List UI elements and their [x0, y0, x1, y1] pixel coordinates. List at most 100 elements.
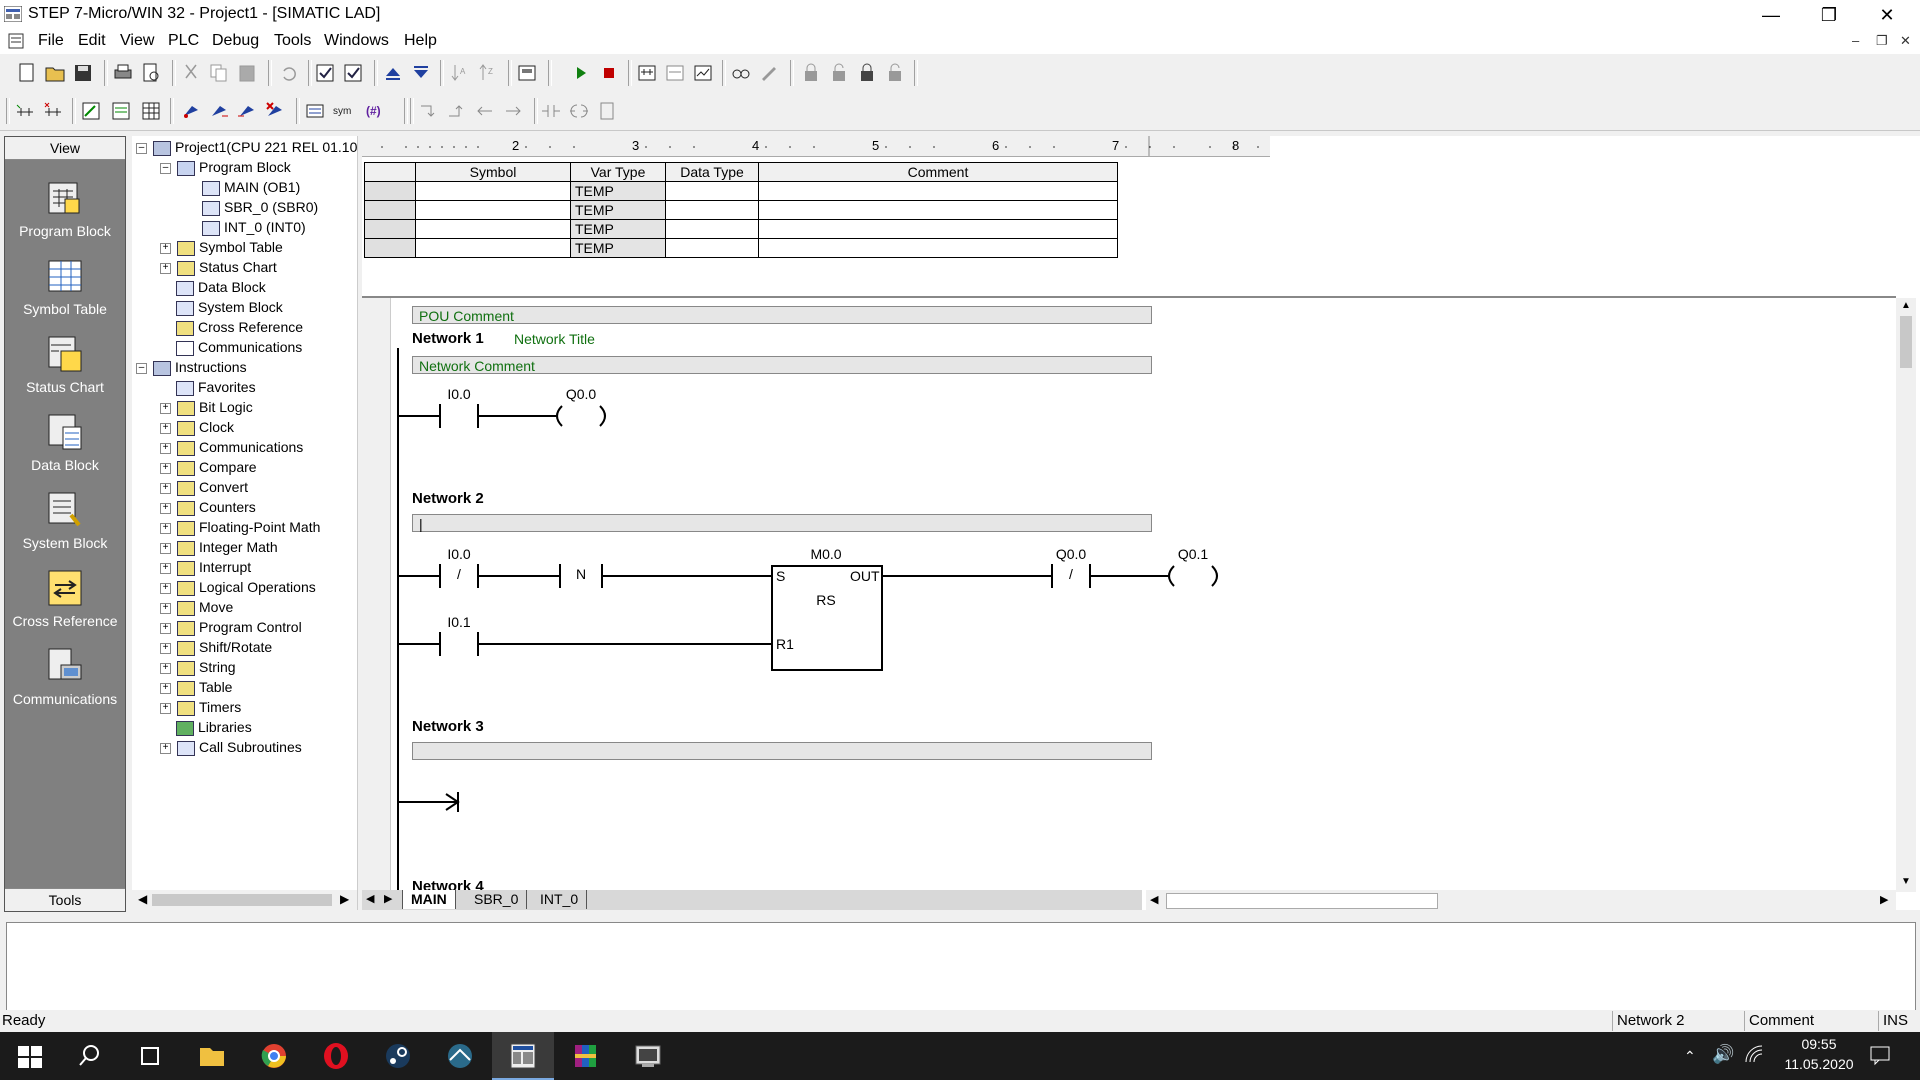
read-all-forced-icon[interactable] [884, 62, 906, 84]
output-window[interactable] [6, 922, 1916, 1020]
tree-system-block[interactable]: System Block [176, 298, 283, 316]
tools-footer[interactable]: Tools [5, 888, 125, 911]
upload-icon[interactable] [382, 62, 404, 84]
tree-cross-reference[interactable]: Cross Reference [176, 318, 303, 336]
menu-tools[interactable]: Tools [274, 32, 311, 50]
stop-icon[interactable] [598, 62, 620, 84]
line-up-icon[interactable] [446, 100, 468, 122]
insert-network-icon[interactable] [14, 100, 36, 122]
show-hidden-icons-icon[interactable]: ⌃ [1684, 1048, 1696, 1065]
tree-instr-timers[interactable]: + Timers [160, 698, 241, 716]
tree-instr-table[interactable]: + Table [160, 678, 232, 696]
unforce-all-icon[interactable] [856, 62, 878, 84]
sort-ascending-icon[interactable]: A [448, 62, 470, 84]
tree-block-main[interactable]: MAIN (OB1) [202, 178, 300, 196]
print-preview-icon[interactable] [140, 62, 162, 84]
network-1-contact-operand[interactable]: I0.0 [429, 386, 489, 402]
network-2-contact-2-operand[interactable]: I0.1 [429, 614, 489, 630]
cut-icon[interactable] [180, 62, 202, 84]
run-icon[interactable] [570, 62, 592, 84]
network-2-edge-symbol[interactable]: N [551, 566, 611, 582]
tree-instr-counters[interactable]: + Counters [160, 498, 256, 516]
options-icon[interactable] [516, 62, 538, 84]
menu-debug[interactable]: Debug [212, 32, 259, 50]
save-all-icon[interactable] [72, 62, 94, 84]
line-down-icon[interactable] [418, 100, 440, 122]
nav-symbol-table[interactable]: Symbol Table [5, 257, 125, 317]
step7-microwin-icon[interactable] [507, 1040, 539, 1072]
scroll-up-arrow-icon[interactable]: ▲ [1901, 300, 1911, 311]
mdi-minimize-button[interactable]: – [1852, 33, 1859, 48]
tree-instr-libraries[interactable]: Libraries [176, 718, 252, 736]
line-left-icon[interactable] [474, 100, 496, 122]
hscroll-thumb[interactable] [1166, 893, 1438, 909]
network-3-label[interactable]: Network 3 [412, 718, 484, 735]
download-icon[interactable] [410, 62, 432, 84]
tree-instr-integer-math[interactable]: + Integer Math [160, 538, 278, 556]
var-type-cell[interactable]: TEMP [570, 181, 666, 201]
tab-sbr-0[interactable]: SBR_0 [466, 890, 528, 909]
delete-network-icon[interactable] [42, 100, 64, 122]
new-icon[interactable] [16, 62, 38, 84]
tree-instr-convert[interactable]: + Convert [160, 478, 248, 496]
single-read-icon[interactable] [730, 62, 752, 84]
editor-vertical-scrollbar[interactable]: ▲ ▼ [1896, 298, 1916, 892]
table-row[interactable]: TEMP [364, 181, 1118, 201]
print-icon[interactable] [112, 62, 134, 84]
nav-program-block[interactable]: Program Block [5, 179, 125, 239]
symbol-cell[interactable] [415, 181, 571, 201]
document-icon[interactable] [8, 33, 26, 49]
task-view-icon[interactable] [134, 1040, 166, 1072]
tab-scroll-right-icon[interactable]: ▶ [384, 892, 392, 905]
symbol-info-icon[interactable]: (#) [364, 100, 386, 122]
trend-icon[interactable] [664, 62, 686, 84]
notifications-icon[interactable] [1868, 1044, 1892, 1066]
network-2-label[interactable]: Network 2 [412, 490, 484, 507]
tree-instr-move[interactable]: + Move [160, 598, 233, 616]
data-type-cell[interactable] [665, 219, 759, 239]
toggle-bookmark-icon[interactable] [180, 100, 202, 122]
tree-status-chart[interactable]: + Status Chart [160, 258, 277, 276]
menu-view[interactable]: View [120, 32, 154, 50]
comment-cell[interactable] [758, 200, 1118, 220]
chrome-icon[interactable] [258, 1040, 290, 1072]
tree-instr-bit-logic[interactable]: + Bit Logic [160, 398, 253, 416]
row-header[interactable] [364, 219, 416, 239]
volume-icon[interactable]: 🔊 [1712, 1044, 1734, 1065]
ladder-editor[interactable]: POU Comment Network 1 Network Title Netw… [362, 296, 1916, 892]
col-data-type[interactable]: Data Type [665, 162, 759, 182]
compile-all-icon[interactable] [342, 62, 364, 84]
network-2-contact-3-operand[interactable]: Q0.0 [1041, 546, 1101, 562]
scroll-left-arrow-icon[interactable]: ◀ [138, 892, 147, 906]
clock-date[interactable]: 11.05.2020 [1774, 1056, 1864, 1072]
comment-cell[interactable] [758, 219, 1118, 239]
col-symbol[interactable]: Symbol [415, 162, 571, 182]
rs-block-type[interactable]: RS [796, 592, 856, 608]
next-bookmark-icon[interactable] [208, 100, 230, 122]
row-header[interactable] [364, 200, 416, 220]
undo-icon[interactable] [278, 62, 300, 84]
row-header[interactable] [364, 238, 416, 258]
tree-instructions[interactable]: – Instructions [136, 358, 247, 376]
pou-comment-icon[interactable] [80, 100, 102, 122]
remove-all-bookmarks-icon[interactable] [264, 100, 286, 122]
nav-communications[interactable]: Communications [5, 647, 125, 707]
network-1-coil-operand[interactable]: Q0.0 [551, 386, 611, 402]
network-2-coil-operand[interactable]: Q0.1 [1163, 546, 1223, 562]
sort-descending-icon[interactable]: Z [476, 62, 498, 84]
tree-instr-floating-point-math[interactable]: + Floating-Point Math [160, 518, 320, 536]
nav-cross-reference[interactable]: Cross Reference [5, 569, 125, 629]
tree-block-sbr0[interactable]: SBR_0 (SBR0) [202, 198, 318, 216]
force-icon[interactable] [800, 62, 822, 84]
editor-horizontal-scrollbar[interactable]: ◀ ▶ [1146, 890, 1896, 910]
data-type-cell[interactable] [665, 200, 759, 220]
start-icon[interactable] [14, 1040, 46, 1072]
tree-instr-program-control[interactable]: + Program Control [160, 618, 302, 636]
opera-icon[interactable] [320, 1040, 352, 1072]
nav-data-block[interactable]: Data Block [5, 413, 125, 473]
row-header[interactable] [364, 181, 416, 201]
clock-time[interactable]: 09:55 [1774, 1036, 1864, 1052]
col-var-type[interactable]: Var Type [570, 162, 666, 182]
tree-instr-clock[interactable]: + Clock [160, 418, 234, 436]
nav-status-chart[interactable]: Status Chart [5, 335, 125, 395]
